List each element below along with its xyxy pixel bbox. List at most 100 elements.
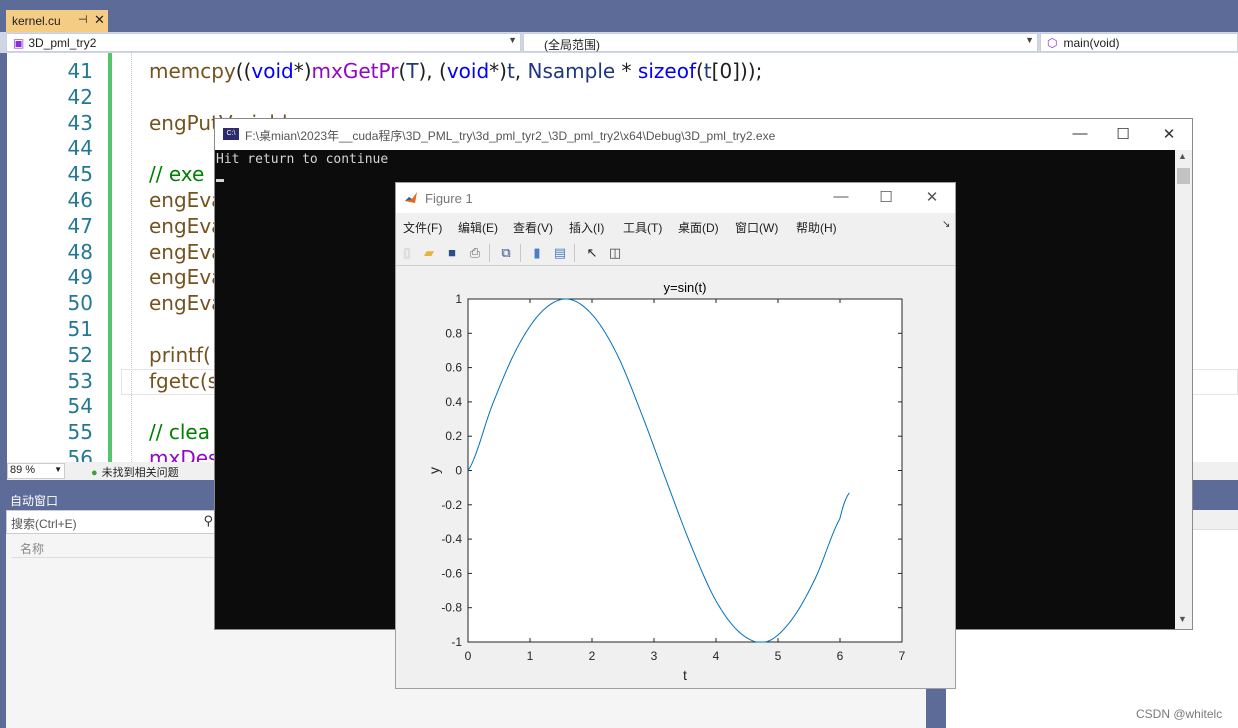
- search-input[interactable]: 搜索(Ctrl+E) ⚲: [6, 510, 216, 534]
- code-token: ), (: [418, 59, 447, 83]
- close-icon[interactable]: ✕: [1159, 125, 1179, 143]
- menu-insert[interactable]: 插入(I): [569, 219, 604, 236]
- maximize-icon[interactable]: ☐: [1113, 125, 1133, 143]
- code-token: sizeof: [637, 59, 696, 83]
- code-text: // exe: [149, 162, 205, 187]
- column-header-name[interactable]: 名称: [12, 538, 222, 558]
- tab-label: kernel.cu: [12, 14, 61, 28]
- minimize-icon[interactable]: —: [1070, 125, 1090, 143]
- maximize-icon[interactable]: ☐: [876, 188, 896, 206]
- console-titlebar[interactable]: C:\ F:\桌mian\2023年__cuda程序\3D_PML_try\3d…: [215, 119, 1192, 150]
- line-number: 42: [67, 84, 93, 109]
- x-tick-label: 7: [899, 649, 906, 663]
- x-tick-label: 3: [651, 649, 658, 663]
- scroll-up-icon[interactable]: ▲: [1178, 151, 1187, 161]
- expand-toolbar-icon[interactable]: ↘: [942, 219, 950, 230]
- member-dropdown[interactable]: ⬡ main(void): [1040, 33, 1238, 52]
- y-tick-label: -0.6: [441, 566, 462, 580]
- line-number: 49: [67, 265, 93, 290]
- y-tick-label: 0.2: [445, 429, 462, 443]
- new-file-icon[interactable]: ▯: [398, 244, 416, 261]
- y-tick-label: 1: [455, 292, 462, 306]
- link-plot-icon[interactable]: ⧉: [497, 244, 515, 261]
- menu-tools[interactable]: 工具(T): [623, 219, 662, 236]
- save-icon[interactable]: ■: [443, 244, 461, 261]
- code-token: *): [489, 59, 507, 83]
- issues-indicator[interactable]: ● 未找到相关问题: [91, 464, 179, 480]
- code-text: printf(: [149, 342, 211, 367]
- y-tick-label: 0: [455, 464, 462, 478]
- menu-view[interactable]: 查看(V): [513, 219, 553, 236]
- code-line[interactable]: 42: [7, 85, 1238, 111]
- toolbar-separator: [489, 244, 490, 262]
- pointer-icon[interactable]: ↖: [583, 244, 601, 261]
- code-token: *): [293, 59, 312, 83]
- zoom-dropdown[interactable]: 89 % ▼: [7, 463, 65, 479]
- console-scrollbar[interactable]: ▲ ▼: [1175, 150, 1192, 629]
- scroll-down-icon[interactable]: ▼: [1178, 614, 1187, 624]
- line-number: 44: [67, 136, 93, 161]
- x-tick-label: 5: [775, 649, 782, 663]
- project-dropdown[interactable]: ▣ 3D_pml_try2 ▼: [6, 33, 521, 52]
- y-tick-label: 0.6: [445, 361, 462, 375]
- column-header-label: 名称: [20, 542, 45, 556]
- code-token: ,: [514, 59, 528, 83]
- document-tabstrip: kernel.cu ⊣ ✕: [0, 0, 1238, 32]
- console-cursor: [216, 179, 224, 182]
- minimize-icon[interactable]: —: [831, 188, 851, 206]
- plot-area[interactable]: y=sin(t) 0 1 2 3 4 5 6 7 -1 -0.8 -0.6 -0.4 -0.2 0 0.2 0.…: [396, 267, 955, 688]
- chart-title: y=sin(t): [664, 280, 707, 295]
- member-value: main(void): [1063, 36, 1120, 50]
- y-tick-label: -0.4: [441, 532, 462, 546]
- y-tick-label: 0.8: [445, 326, 462, 340]
- code-token: *: [615, 59, 638, 83]
- line-number: 54: [67, 394, 93, 419]
- code-token: Nsample: [527, 59, 616, 83]
- y-tick-label: 0.4: [445, 395, 462, 409]
- code-line[interactable]: 41 memcpy((void*)mxGetPr(T), (void*)t, Ns…: [7, 59, 1238, 85]
- tab-kernel-cu[interactable]: kernel.cu ⊣ ✕: [6, 10, 108, 32]
- code-text: engEva: [149, 291, 224, 316]
- navigation-bar: ▣ 3D_pml_try2 ▼ (全局范围) ▼ ⬡ main(void): [0, 32, 1238, 53]
- line-number: 51: [67, 317, 93, 341]
- matlab-icon: [405, 192, 417, 203]
- legend-icon[interactable]: ▤: [551, 244, 569, 261]
- open-folder-icon[interactable]: ▰: [420, 244, 438, 261]
- figure-titlebar[interactable]: Figure 1 — ☐ ✕: [396, 183, 955, 213]
- menu-help[interactable]: 帮助(H): [796, 219, 837, 236]
- menu-desktop[interactable]: 桌面(D): [678, 219, 719, 236]
- toolbar-separator: [520, 244, 521, 262]
- toolbar-separator: [574, 244, 575, 262]
- code-text: mxDes: [149, 446, 219, 462]
- issues-text: 未找到相关问题: [101, 467, 179, 479]
- close-icon[interactable]: ✕: [94, 12, 105, 28]
- pin-icon[interactable]: ⊣: [78, 13, 88, 26]
- menu-file[interactable]: 文件(F): [403, 219, 442, 236]
- chevron-down-icon: ▼: [54, 465, 62, 474]
- menu-window[interactable]: 窗口(W): [735, 219, 778, 236]
- line-number: 52: [67, 342, 93, 367]
- property-editor-icon[interactable]: ◫: [606, 244, 624, 261]
- x-tick-label: 4: [713, 649, 720, 663]
- figure-window[interactable]: Figure 1 — ☐ ✕ 文件(F) 编辑(E) 查看(V) 插入(I) 工…: [395, 182, 956, 689]
- menu-edit[interactable]: 编辑(E): [458, 219, 498, 236]
- scroll-thumb[interactable]: [1177, 168, 1190, 184]
- search-placeholder: 搜索(Ctrl+E): [11, 517, 77, 531]
- code-text: memcpy((void*)mxGetPr(T), (void*)t, Nsam…: [149, 59, 762, 83]
- figure-menubar: 文件(F) 编辑(E) 查看(V) 插入(I) 工具(T) 桌面(D) 窗口(W…: [396, 213, 955, 239]
- code-text: engEva: [149, 265, 224, 290]
- code-token: [0]));: [711, 59, 763, 83]
- print-icon[interactable]: ⎙: [466, 244, 484, 261]
- code-text: engEva: [149, 188, 224, 212]
- chevron-down-icon: ▼: [1025, 35, 1034, 45]
- project-value: 3D_pml_try2: [28, 36, 97, 50]
- code-text: fgetc(s: [149, 368, 219, 393]
- code-text: engEva: [149, 239, 224, 264]
- colorbar-icon[interactable]: ▮: [528, 244, 546, 261]
- axes-box: [467, 298, 903, 643]
- close-icon[interactable]: ✕: [922, 188, 942, 206]
- search-icon[interactable]: ⚲: [203, 513, 213, 529]
- x-tick-label: 6: [837, 649, 844, 663]
- zoom-value: 89 %: [10, 464, 36, 476]
- scope-dropdown[interactable]: (全局范围) ▼: [523, 33, 1038, 52]
